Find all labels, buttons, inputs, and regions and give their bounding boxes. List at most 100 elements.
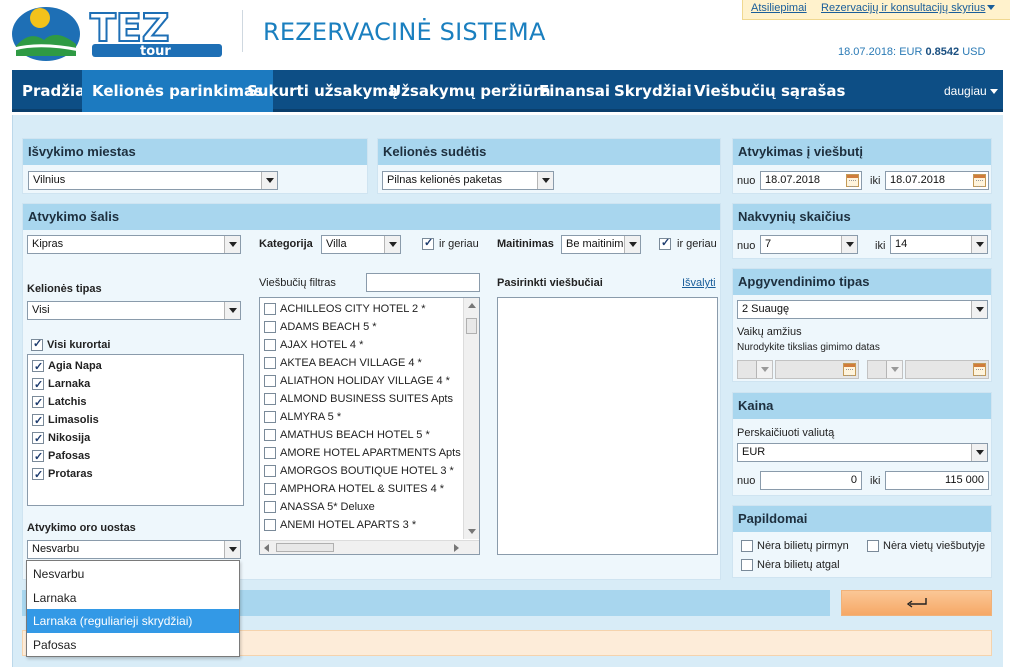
dropdown-arrow-icon[interactable] (224, 302, 240, 319)
resort-label: Nikosija (48, 432, 91, 444)
to-label: iki (870, 475, 881, 487)
dropdown-arrow-icon[interactable] (224, 541, 240, 558)
nights-to-select[interactable]: 14 (890, 235, 988, 254)
hotel-checkbox[interactable] (264, 501, 276, 513)
all-resorts-checkbox[interactable] (31, 337, 43, 351)
category-or-better-checkbox[interactable] (422, 236, 434, 250)
meal-label: Maitinimas (497, 238, 554, 250)
airport-option[interactable]: Nesvarbu (27, 562, 239, 586)
resort-checkbox[interactable] (32, 412, 44, 430)
no-tickets-forward-checkbox[interactable] (741, 540, 753, 552)
dropdown-arrow-icon[interactable] (971, 301, 987, 318)
child1-age-select[interactable] (737, 360, 773, 379)
hotel-checkbox[interactable] (264, 411, 276, 423)
airport-option[interactable]: Pafosas (27, 633, 239, 657)
hotel-checkbox[interactable] (264, 519, 276, 531)
no-hotel-rooms-label: Nėra vietų viešbutyje (883, 540, 986, 552)
rate-value: 0.8542 (925, 46, 960, 58)
clear-selected-link[interactable]: Išvalyti (682, 277, 716, 289)
hotel-checkbox[interactable] (264, 321, 276, 333)
dropdown-arrow-icon[interactable] (971, 444, 987, 461)
scroll-right-icon[interactable] (454, 544, 459, 552)
currency-label: Perskaičiuoti valiutą (737, 427, 835, 439)
departure-city-select[interactable]: Vilnius (28, 171, 278, 190)
resort-checkbox[interactable] (32, 358, 44, 376)
calendar-icon[interactable] (843, 363, 856, 376)
scroll-left-icon[interactable] (264, 544, 269, 552)
resort-checkbox[interactable] (32, 430, 44, 448)
nav-more-label[interactable]: daugiau (944, 84, 987, 98)
no-tickets-back-checkbox[interactable] (741, 559, 753, 571)
resort-checkbox[interactable] (32, 394, 44, 412)
panel-title: Nakvynių skaičius (733, 204, 991, 230)
search-button[interactable] (841, 590, 992, 616)
hotel-checkbox[interactable] (264, 339, 276, 351)
scroll-thumb[interactable] (276, 543, 334, 552)
hotel-checkbox[interactable] (264, 429, 276, 441)
chevron-down-icon[interactable] (987, 5, 995, 10)
no-hotel-rooms-checkbox[interactable] (867, 540, 879, 552)
arrival-from-date-input[interactable]: 18.07.2018 (760, 171, 862, 190)
hotels-list: ACHILLEOS CITY HOTEL 2 * ADAMS BEACH 5 *… (259, 297, 480, 555)
hotel-checkbox[interactable] (264, 303, 276, 315)
calendar-icon[interactable] (973, 363, 986, 376)
accommodation-type-select[interactable]: 2 Suaugę (737, 300, 988, 319)
meal-or-better-checkbox[interactable] (659, 236, 671, 250)
dropdown-arrow-icon[interactable] (841, 236, 857, 253)
hotels-horizontal-scrollbar[interactable] (260, 540, 479, 554)
category-select[interactable]: Villa (321, 235, 401, 254)
hotel-label: ACHILLEOS CITY HOTEL 2 * (280, 303, 426, 315)
tez-tour-logo[interactable]: TEZ tour (10, 4, 225, 62)
scroll-down-icon[interactable] (468, 529, 476, 534)
hotel-checkbox[interactable] (264, 465, 276, 477)
calendar-icon[interactable] (846, 174, 859, 187)
resort-checkbox[interactable] (32, 448, 44, 466)
nav-hotels-list[interactable]: Viešbučių sąrašas (684, 70, 856, 112)
hotel-checkbox[interactable] (264, 447, 276, 459)
currency-select[interactable]: EUR (737, 443, 988, 462)
select-value: 2 Suaugę (742, 303, 790, 315)
enter-icon (906, 598, 927, 608)
meal-select[interactable]: Be maitinimo (561, 235, 641, 254)
price-from-input[interactable]: 0 (760, 471, 862, 490)
resort-checkbox[interactable] (32, 466, 44, 484)
arrival-to-date-input[interactable]: 18.07.2018 (885, 171, 989, 190)
hotel-filter-input[interactable] (366, 273, 480, 292)
reservations-department-link[interactable]: Rezervacijų ir konsultacijų skyrius (821, 2, 985, 14)
country-select[interactable]: Kipras (27, 235, 241, 254)
feedback-link[interactable]: Atsiliepimai (751, 2, 807, 14)
airport-option[interactable]: Larnaka (27, 586, 239, 610)
hotel-checkbox[interactable] (264, 483, 276, 495)
price-to-input[interactable]: 115 000 (885, 471, 989, 490)
from-label: nuo (737, 475, 756, 487)
dropdown-arrow-icon[interactable] (624, 236, 640, 253)
nav-more[interactable]: daugiau (944, 84, 998, 98)
dropdown-arrow-icon[interactable] (224, 236, 240, 253)
trip-type-select[interactable]: Visi (27, 301, 241, 320)
airport-option-highlighted[interactable]: Larnaka (reguliarieji skrydžiai) (27, 609, 239, 633)
dropdown-arrow-icon[interactable] (971, 236, 987, 253)
airport-select[interactable]: Nesvarbu (27, 540, 241, 559)
child2-birthdate-input[interactable] (905, 360, 989, 379)
dropdown-arrow-icon[interactable] (261, 172, 277, 189)
hotel-checkbox[interactable] (264, 357, 276, 369)
dropdown-arrow-icon[interactable] (537, 172, 553, 189)
logo-divider (242, 10, 243, 52)
hotel-label: AMATHUS BEACH HOTEL 5 * (280, 429, 430, 441)
dropdown-arrow-icon[interactable] (886, 361, 902, 378)
hotels-vertical-scrollbar[interactable] (463, 298, 479, 539)
dropdown-arrow-icon[interactable] (384, 236, 400, 253)
nights-from-select[interactable]: 7 (760, 235, 858, 254)
hotel-label: ADAMS BEACH 5 * (280, 321, 377, 333)
dropdown-arrow-icon[interactable] (756, 361, 772, 378)
scroll-up-icon[interactable] (468, 303, 476, 308)
hotel-checkbox[interactable] (264, 375, 276, 387)
scroll-thumb[interactable] (466, 318, 477, 334)
calendar-icon[interactable] (973, 174, 986, 187)
child1-birthdate-input[interactable] (775, 360, 859, 379)
resort-checkbox[interactable] (32, 376, 44, 394)
trip-composition-select[interactable]: Pilnas kelionės paketas (382, 171, 554, 190)
hotel-checkbox[interactable] (264, 393, 276, 405)
child2-age-select[interactable] (867, 360, 903, 379)
selected-hotels-list[interactable] (497, 297, 718, 555)
